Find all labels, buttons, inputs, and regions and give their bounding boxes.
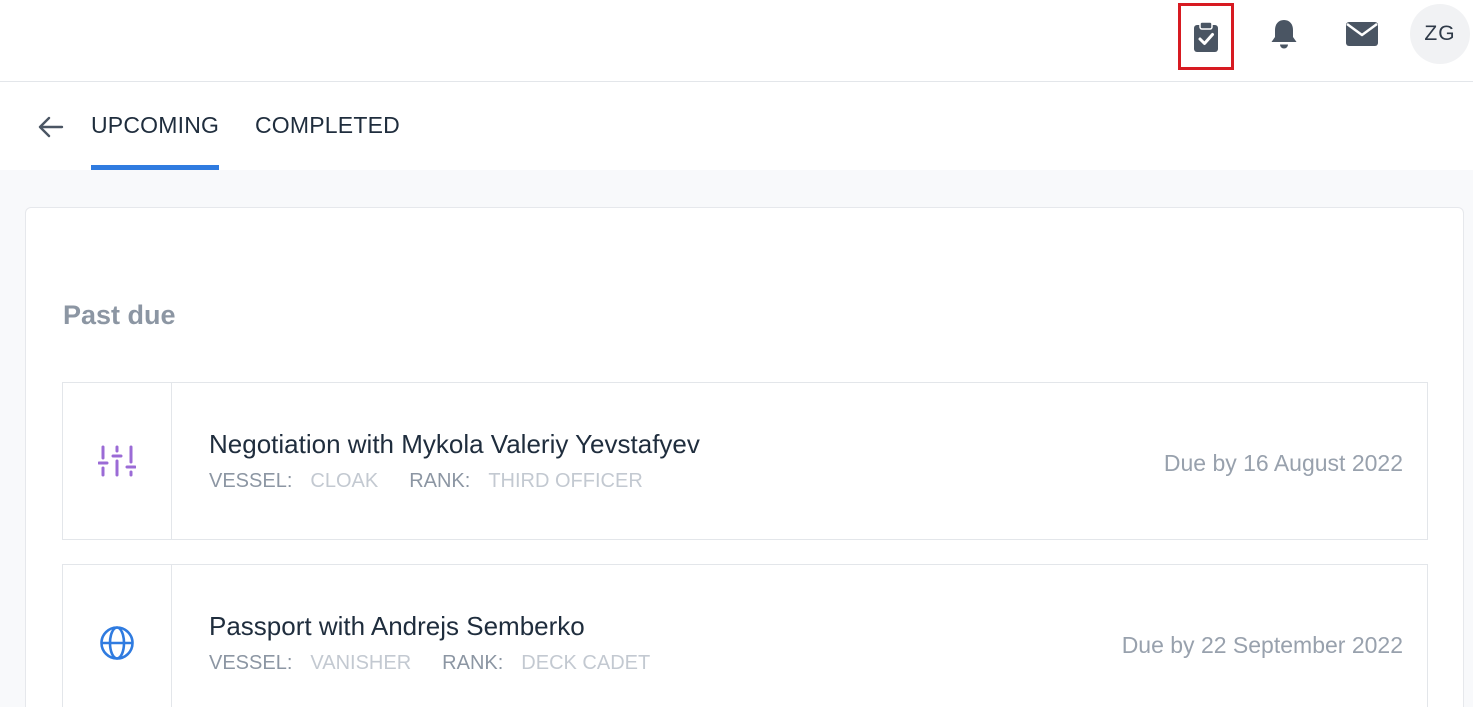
task-icon-cell: [63, 383, 172, 539]
sliders-icon: [98, 445, 136, 477]
vessel-value: VANISHER: [310, 652, 412, 674]
task-title: Passport with Andrejs Semberko: [209, 611, 585, 641]
task-icon-cell: [63, 565, 172, 707]
rank-value: THIRD OFFICER: [488, 470, 643, 492]
clipboard-check-icon: [1194, 20, 1218, 52]
task-meta: VESSEL: CLOAK RANK: THIRD OFFICER: [209, 470, 674, 493]
arrow-left-icon: [38, 116, 64, 138]
notifications-button[interactable]: [1262, 12, 1306, 56]
tabs-bar: UPCOMING COMPLETED: [0, 82, 1473, 170]
messages-button[interactable]: [1338, 12, 1386, 56]
section-title: Past due: [63, 300, 176, 330]
vessel-label: VESSEL:: [209, 652, 293, 674]
mail-icon: [1346, 22, 1378, 46]
tasks-card: Past due Negotiation with Mykola Valeriy…: [25, 207, 1464, 707]
tab-upcoming[interactable]: UPCOMING: [91, 112, 219, 139]
tab-completed[interactable]: COMPLETED: [255, 112, 400, 139]
rank-label: RANK:: [442, 652, 504, 674]
task-title: Negotiation with Mykola Valeriy Yevstafy…: [209, 429, 700, 459]
tasks-button[interactable]: [1178, 3, 1234, 70]
rank-label: RANK:: [409, 470, 471, 492]
top-bar: ZG: [0, 0, 1473, 82]
task-due-date: Due by 22 September 2022: [1121, 632, 1403, 658]
vessel-value: CLOAK: [310, 470, 379, 492]
globe-icon: [100, 626, 134, 660]
bell-icon: [1271, 20, 1297, 49]
rank-value: DECK CADET: [521, 652, 651, 674]
task-item[interactable]: Passport with Andrejs Semberko VESSEL: V…: [62, 564, 1428, 707]
task-item[interactable]: Negotiation with Mykola Valeriy Yevstafy…: [62, 382, 1428, 540]
active-tab-indicator: [91, 165, 219, 170]
user-avatar[interactable]: ZG: [1410, 4, 1470, 64]
task-due-date: Due by 16 August 2022: [1163, 450, 1403, 476]
vessel-label: VESSEL:: [209, 470, 293, 492]
back-button[interactable]: [36, 112, 66, 142]
task-meta: VESSEL: VANISHER RANK: DECK CADET: [209, 652, 681, 675]
